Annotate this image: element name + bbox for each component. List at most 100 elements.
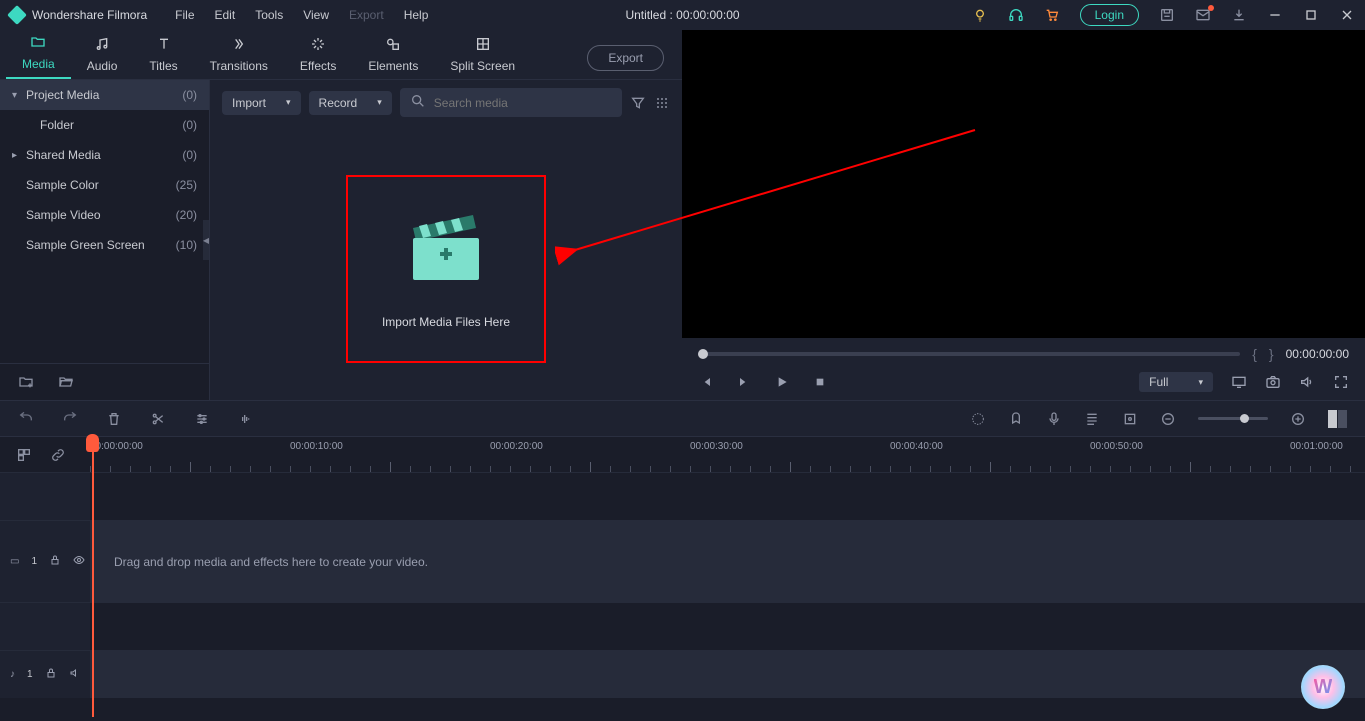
- fit-timeline-icon[interactable]: [1328, 410, 1347, 428]
- lock-icon[interactable]: [45, 667, 57, 682]
- track-body[interactable]: Drag and drop media and effects here to …: [90, 521, 1365, 602]
- text-icon: [156, 36, 172, 57]
- track-label: 1: [27, 669, 33, 680]
- lock-icon[interactable]: [49, 554, 61, 569]
- message-icon[interactable]: [1195, 7, 1211, 23]
- tab-titles[interactable]: Titles: [133, 30, 193, 79]
- redo-icon[interactable]: [62, 411, 78, 427]
- menu-help[interactable]: Help: [404, 8, 429, 22]
- tab-elements[interactable]: Elements: [352, 30, 434, 79]
- app-logo-icon: [7, 5, 27, 25]
- titlebar: Wondershare Filmora File Edit Tools View…: [0, 0, 1365, 30]
- stop-icon[interactable]: [812, 374, 828, 390]
- export-button[interactable]: Export: [587, 45, 664, 71]
- visibility-icon[interactable]: [73, 554, 85, 569]
- crop-icon[interactable]: [1122, 411, 1138, 427]
- menu-export[interactable]: Export: [349, 8, 384, 22]
- grid-view-icon[interactable]: [654, 95, 670, 111]
- track-body[interactable]: [90, 651, 1365, 698]
- cart-icon[interactable]: [1044, 7, 1060, 23]
- filter-icon[interactable]: [630, 95, 646, 111]
- next-frame-icon[interactable]: [736, 374, 752, 390]
- split-icon[interactable]: [150, 411, 166, 427]
- track-manager-icon[interactable]: [16, 447, 32, 463]
- minimize-icon[interactable]: [1267, 7, 1283, 23]
- tab-effects[interactable]: Effects: [284, 30, 352, 79]
- download-icon[interactable]: [1231, 7, 1247, 23]
- play-icon[interactable]: [774, 374, 790, 390]
- folder-open-icon[interactable]: [58, 374, 74, 390]
- new-folder-icon[interactable]: [18, 374, 34, 390]
- sidebar-item-folder[interactable]: Folder (0): [0, 110, 209, 140]
- mixer-icon[interactable]: [1084, 411, 1100, 427]
- scrubber-thumb[interactable]: [698, 349, 708, 359]
- sidebar-item-project-media[interactable]: ▾ Project Media (0): [0, 80, 209, 110]
- sidebar-item-sample-video[interactable]: Sample Video (20): [0, 200, 209, 230]
- sidebar-item-shared-media[interactable]: ▸ Shared Media (0): [0, 140, 209, 170]
- login-button[interactable]: Login: [1080, 4, 1139, 26]
- zoom-thumb[interactable]: [1240, 414, 1249, 423]
- mark-out-icon[interactable]: }: [1269, 346, 1274, 362]
- marker-icon[interactable]: [1008, 411, 1024, 427]
- menu-edit[interactable]: Edit: [215, 8, 236, 22]
- close-icon[interactable]: [1339, 7, 1355, 23]
- scrubber[interactable]: [698, 352, 1240, 356]
- preview-viewport[interactable]: [682, 30, 1365, 338]
- import-dropdown[interactable]: Import ▾: [222, 91, 301, 115]
- playhead[interactable]: [92, 437, 94, 717]
- media-dropzone[interactable]: Import Media Files Here: [210, 125, 682, 400]
- undo-icon[interactable]: [18, 411, 34, 427]
- search-input[interactable]: [434, 96, 612, 110]
- menu-tools[interactable]: Tools: [255, 8, 283, 22]
- folder-icon: [30, 34, 46, 55]
- fullscreen-icon[interactable]: [1333, 374, 1349, 390]
- headphones-icon[interactable]: [1008, 7, 1024, 23]
- video-track[interactable]: ▭ 1 Drag and drop media and effects here…: [0, 520, 1365, 602]
- zoom-slider[interactable]: [1198, 417, 1268, 420]
- zoom-out-icon[interactable]: [1160, 411, 1176, 427]
- chevron-down-icon: ▾: [286, 97, 291, 108]
- panel-tabs: Media Audio Titles Transitions: [0, 30, 682, 80]
- delete-icon[interactable]: [106, 411, 122, 427]
- snapshot-icon[interactable]: [1265, 374, 1281, 390]
- prev-frame-icon[interactable]: [698, 374, 714, 390]
- track-spacer: [0, 602, 1365, 650]
- tab-transitions[interactable]: Transitions: [194, 30, 284, 79]
- ruler-label: 00:00:40:00: [890, 441, 943, 452]
- notification-dot: [1208, 5, 1214, 11]
- mute-icon[interactable]: [69, 667, 81, 682]
- tab-media[interactable]: Media: [6, 28, 71, 79]
- shapes-icon: [385, 36, 401, 57]
- render-icon[interactable]: [970, 411, 986, 427]
- audio-wave-icon[interactable]: [238, 411, 254, 427]
- lightbulb-icon[interactable]: [972, 7, 988, 23]
- save-icon[interactable]: [1159, 7, 1175, 23]
- link-icon[interactable]: [50, 447, 66, 463]
- app-name: Wondershare Filmora: [32, 8, 147, 22]
- main-menu: File Edit Tools View Export Help: [175, 8, 428, 22]
- zoom-in-icon[interactable]: [1290, 411, 1306, 427]
- tab-splitscreen[interactable]: Split Screen: [434, 30, 531, 79]
- record-dropdown[interactable]: Record ▾: [309, 91, 392, 115]
- audio-track[interactable]: ♪ 1: [0, 650, 1365, 698]
- chevron-down-icon: ▾: [1198, 377, 1203, 388]
- chevron-right-icon: ▸: [12, 150, 26, 161]
- adjust-icon[interactable]: [194, 411, 210, 427]
- timeline-ruler[interactable]: 00:00:00:0000:00:10:0000:00:20:0000:00:3…: [0, 436, 1365, 472]
- mark-in-icon[interactable]: {: [1252, 346, 1257, 362]
- quality-select[interactable]: Full ▾: [1139, 372, 1213, 392]
- menu-file[interactable]: File: [175, 8, 194, 22]
- volume-icon[interactable]: [1299, 374, 1315, 390]
- ruler-label: 00:00:50:00: [1090, 441, 1143, 452]
- search-box[interactable]: [400, 88, 622, 117]
- sidebar-item-sample-green-screen[interactable]: Sample Green Screen (10): [0, 230, 209, 260]
- voiceover-icon[interactable]: [1046, 411, 1062, 427]
- filmora-badge-icon[interactable]: W: [1301, 665, 1345, 709]
- tab-audio[interactable]: Audio: [71, 30, 134, 79]
- menu-view[interactable]: View: [303, 8, 329, 22]
- playhead-handle-icon[interactable]: [86, 434, 99, 452]
- collapse-handle-icon[interactable]: ◀: [203, 220, 209, 260]
- maximize-icon[interactable]: [1303, 7, 1319, 23]
- display-icon[interactable]: [1231, 374, 1247, 390]
- sidebar-item-sample-color[interactable]: Sample Color (25): [0, 170, 209, 200]
